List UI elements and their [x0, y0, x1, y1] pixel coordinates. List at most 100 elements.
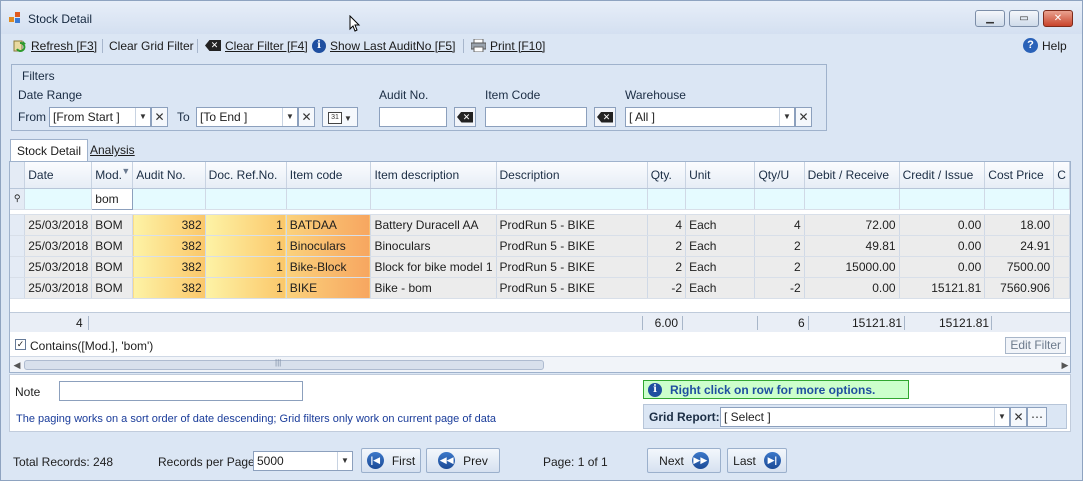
column-header-qty-per-unit[interactable]: Qty/U	[754, 162, 805, 189]
cell-mod[interactable]: BOM	[91, 256, 134, 278]
to-date-combo[interactable]: [To End ] ▼	[196, 107, 298, 127]
column-header-description[interactable]: Description	[496, 162, 648, 189]
note-input[interactable]	[59, 381, 303, 401]
tab-analysis[interactable]: Analysis	[84, 139, 141, 161]
cell-audit-no[interactable]: 382	[132, 277, 206, 299]
table-row[interactable]: 25/03/2018 BOM 382 1 Bike-Block Block fo…	[10, 256, 1070, 278]
edit-filter-button[interactable]: Edit Filter	[1005, 337, 1066, 354]
column-header-credit-issue[interactable]: Credit / Issue	[899, 162, 986, 189]
filter-cell-credit[interactable]	[899, 188, 986, 210]
filter-enabled-checkbox[interactable]: ✓	[15, 339, 26, 350]
cell-qty-per-unit[interactable]: 2	[754, 235, 805, 257]
warehouse-combo[interactable]: [ All ] ▼	[625, 107, 795, 127]
cell-item-code[interactable]: Bike-Block	[286, 256, 372, 278]
cell-audit-no[interactable]: 382	[132, 256, 206, 278]
tab-stock-detail[interactable]: Stock Detail	[10, 139, 89, 161]
cell-item-description[interactable]: Binoculars	[370, 235, 497, 257]
cell-description[interactable]: ProdRun 5 - BIKE	[496, 256, 648, 278]
row-indicator[interactable]	[10, 214, 26, 236]
column-header-item-code[interactable]: Item code	[286, 162, 372, 189]
chevron-down-icon[interactable]: ▼	[135, 108, 150, 126]
cell-cost-price[interactable]: 24.91	[984, 235, 1055, 257]
cell-date[interactable]: 25/03/2018	[24, 256, 93, 278]
chevron-down-icon[interactable]: ▼	[282, 108, 297, 126]
filter-cell-cost-price[interactable]	[984, 188, 1055, 210]
cell-mod[interactable]: BOM	[91, 214, 134, 236]
grid-report-combo[interactable]: [ Select ] ▼	[720, 407, 1010, 427]
column-header-mod[interactable]: Mod. ▼	[91, 162, 134, 189]
filter-cell-description[interactable]	[496, 188, 648, 210]
filter-cell-qty[interactable]	[647, 188, 687, 210]
filter-cell-date[interactable]	[24, 188, 93, 210]
filter-cell-debit[interactable]	[804, 188, 900, 210]
clear-grid-filter-button[interactable]: Clear Grid Filter	[109, 37, 194, 54]
filter-cell-audit-no[interactable]	[132, 188, 206, 210]
filter-expression[interactable]: Contains([Mod.], 'bom')	[30, 339, 153, 353]
horizontal-scrollbar[interactable]: ◀ ||| ▶	[10, 356, 1070, 372]
maximize-button[interactable]: ▭	[1009, 10, 1039, 27]
cell-audit-no[interactable]: 382	[132, 235, 206, 257]
cell-qty-per-unit[interactable]: 4	[754, 214, 805, 236]
scroll-right-icon[interactable]: ▶	[1059, 359, 1070, 371]
minimize-button[interactable]: ▁	[975, 10, 1005, 27]
cell-cost-price[interactable]: 7500.00	[984, 256, 1055, 278]
chevron-down-icon[interactable]: ▼	[779, 108, 794, 126]
cell-audit-no[interactable]: 382	[132, 214, 206, 236]
cell-description[interactable]: ProdRun 5 - BIKE	[496, 214, 648, 236]
column-header-item-description[interactable]: Item description	[370, 162, 497, 189]
table-row[interactable]: 25/03/2018 BOM 382 1 Binoculars Binocula…	[10, 235, 1070, 257]
cell-credit[interactable]: 0.00	[899, 256, 986, 278]
cell-unit[interactable]: Each	[685, 256, 756, 278]
grid-report-more-button[interactable]: ⋯	[1027, 407, 1047, 427]
close-button[interactable]: ✕	[1043, 10, 1073, 27]
cell-unit[interactable]: Each	[685, 277, 756, 299]
column-header-unit[interactable]: Unit	[685, 162, 756, 189]
cell-cost-price[interactable]: 18.00	[984, 214, 1055, 236]
help-button[interactable]: ? Help	[1023, 37, 1067, 54]
cell-credit[interactable]: 0.00	[899, 214, 986, 236]
clear-grid-report-button[interactable]: ✕	[1010, 407, 1027, 427]
column-header-cost-price[interactable]: Cost Price	[984, 162, 1055, 189]
cell-credit[interactable]: 15121.81	[899, 277, 986, 299]
cell-qty[interactable]: 4	[647, 214, 687, 236]
clear-filter-button[interactable]: ✕ Clear Filter [F4]	[205, 37, 308, 54]
cell-qty[interactable]: -2	[647, 277, 687, 299]
from-date-combo[interactable]: [From Start ] ▼	[49, 107, 151, 127]
cell-mod[interactable]: BOM	[91, 235, 134, 257]
clear-item-code-button[interactable]: ✕	[594, 107, 616, 127]
cell-item-code[interactable]: BATDAA	[286, 214, 372, 236]
row-indicator[interactable]	[10, 235, 26, 257]
clear-audit-no-button[interactable]: ✕	[454, 107, 476, 127]
cell-date[interactable]: 25/03/2018	[24, 277, 93, 299]
cell-credit[interactable]: 0.00	[899, 235, 986, 257]
filter-cell-mod[interactable]: bom	[91, 187, 134, 210]
row-indicator[interactable]	[10, 256, 26, 278]
cell-truncated[interactable]	[1053, 256, 1070, 278]
cell-doc-ref-no[interactable]: 1	[205, 235, 287, 257]
print-button[interactable]: Print [F10]	[471, 37, 545, 54]
prev-page-button[interactable]: ◀◀ Prev	[426, 448, 500, 473]
cell-qty-per-unit[interactable]: 2	[754, 256, 805, 278]
cell-item-description[interactable]: Bike - bom	[370, 277, 497, 299]
row-indicator[interactable]	[10, 277, 26, 299]
clear-from-date-button[interactable]: ✕	[151, 107, 168, 127]
column-header-debit-receive[interactable]: Debit / Receive	[804, 162, 900, 189]
cell-item-description[interactable]: Battery Duracell AA	[370, 214, 497, 236]
records-per-page-combo[interactable]: 5000 ▼	[253, 451, 353, 471]
cell-doc-ref-no[interactable]: 1	[205, 256, 287, 278]
cell-date[interactable]: 25/03/2018	[24, 214, 93, 236]
scrollbar-thumb[interactable]: |||	[24, 358, 544, 370]
filter-cell-qty-per-unit[interactable]	[754, 188, 805, 210]
cell-doc-ref-no[interactable]: 1	[205, 277, 287, 299]
cell-doc-ref-no[interactable]: 1	[205, 214, 287, 236]
filter-cell-item-description[interactable]	[370, 188, 497, 210]
column-header-doc-ref-no[interactable]: Doc. Ref.No.	[205, 162, 287, 189]
cell-qty[interactable]: 2	[647, 235, 687, 257]
show-last-audit-button[interactable]: i Show Last AuditNo [F5]	[312, 37, 455, 54]
cell-truncated[interactable]	[1053, 214, 1070, 236]
scroll-left-icon[interactable]: ◀	[11, 359, 23, 371]
filter-cell-truncated[interactable]	[1053, 188, 1070, 210]
cell-debit[interactable]: 72.00	[804, 214, 900, 236]
cell-unit[interactable]: Each	[685, 214, 756, 236]
cell-mod[interactable]: BOM	[91, 277, 134, 299]
